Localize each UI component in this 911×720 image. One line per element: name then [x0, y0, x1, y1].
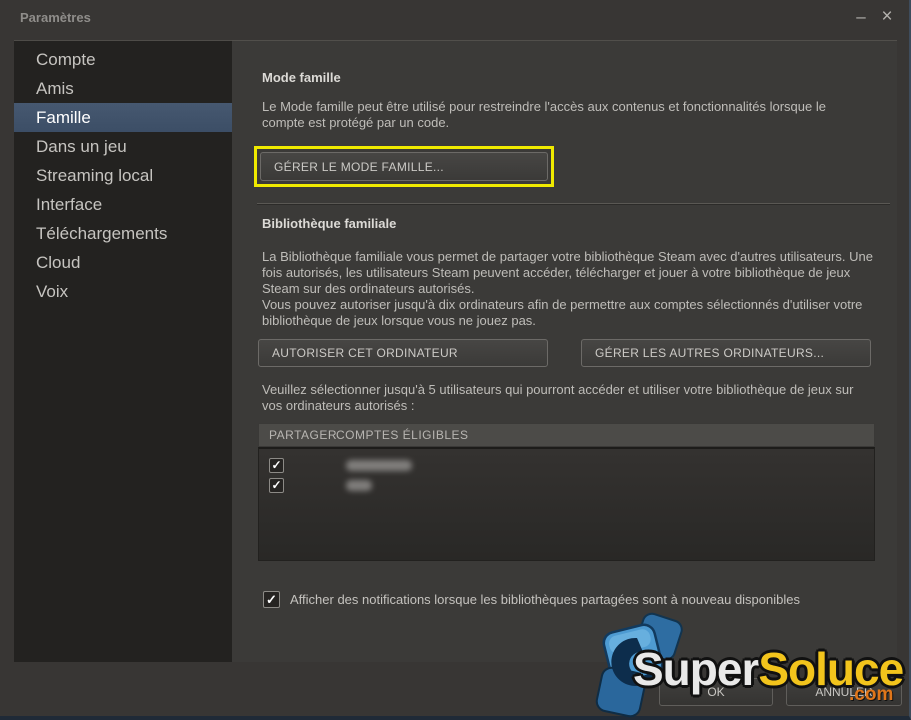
accounts-column-header: COMPTES ÉLIGIBLES	[336, 428, 469, 442]
select-users-instruction: Veuillez sélectionner jusqu'à 5 utilisat…	[262, 382, 876, 414]
family-library-description-1: La Bibliothèque familiale vous permet de…	[262, 249, 880, 297]
ok-button[interactable]: OK	[659, 678, 773, 706]
accounts-table-body[interactable]: ✓ ✓	[258, 447, 875, 561]
highlight-box: GÉRER LE MODE FAMILLE...	[254, 146, 554, 187]
minimize-icon[interactable]: –	[849, 4, 873, 30]
section-divider	[257, 203, 890, 205]
notification-option: ✓ Afficher des notifications lorsque les…	[263, 591, 800, 608]
account-name-redacted	[346, 460, 412, 471]
family-mode-description: Le Mode famille peut être utilisé pour r…	[262, 99, 870, 131]
sidebar-item-telechargements[interactable]: Téléchargements	[14, 219, 232, 248]
settings-window: Paramètres – × Compte Amis Famille Dans …	[0, 0, 911, 720]
sidebar-item-compte[interactable]: Compte	[14, 45, 232, 74]
notifications-label: Afficher des notifications lorsque les b…	[290, 592, 800, 607]
share-checkbox[interactable]: ✓	[269, 478, 284, 493]
close-icon[interactable]: ×	[875, 4, 899, 30]
window-title: Paramètres	[20, 10, 91, 25]
settings-sidebar: Compte Amis Famille Dans un jeu Streamin…	[14, 40, 232, 662]
sidebar-item-streaming-local[interactable]: Streaming local	[14, 161, 232, 190]
family-library-description-2: Vous pouvez autoriser jusqu'à dix ordina…	[262, 297, 880, 329]
cancel-button[interactable]: ANNULER	[786, 678, 902, 706]
manage-other-computers-button[interactable]: GÉRER LES AUTRES ORDINATEURS...	[581, 339, 871, 367]
account-name-redacted	[346, 480, 372, 491]
family-mode-heading: Mode famille	[262, 70, 341, 85]
table-row[interactable]: ✓	[259, 475, 874, 495]
table-row[interactable]: ✓	[259, 455, 874, 475]
sidebar-item-amis[interactable]: Amis	[14, 74, 232, 103]
notifications-checkbox[interactable]: ✓	[263, 591, 280, 608]
manage-family-mode-button[interactable]: GÉRER LE MODE FAMILLE...	[260, 152, 548, 181]
sidebar-item-interface[interactable]: Interface	[14, 190, 232, 219]
sidebar-item-cloud[interactable]: Cloud	[14, 248, 232, 277]
sidebar-item-famille[interactable]: Famille	[14, 103, 232, 132]
share-checkbox[interactable]: ✓	[269, 458, 284, 473]
share-column-header: PARTAGER	[259, 428, 336, 442]
accounts-table-header: PARTAGER COMPTES ÉLIGIBLES	[258, 423, 875, 447]
sidebar-item-dans-un-jeu[interactable]: Dans un jeu	[14, 132, 232, 161]
eligible-accounts-table: PARTAGER COMPTES ÉLIGIBLES ✓ ✓	[258, 423, 875, 561]
sidebar-item-voix[interactable]: Voix	[14, 277, 232, 306]
authorize-computer-button[interactable]: AUTORISER CET ORDINATEUR	[258, 339, 548, 367]
family-library-heading: Bibliothèque familiale	[262, 216, 396, 231]
titlebar[interactable]: Paramètres – ×	[0, 0, 909, 38]
family-settings-panel: Mode famille Le Mode famille peut être u…	[232, 40, 897, 662]
